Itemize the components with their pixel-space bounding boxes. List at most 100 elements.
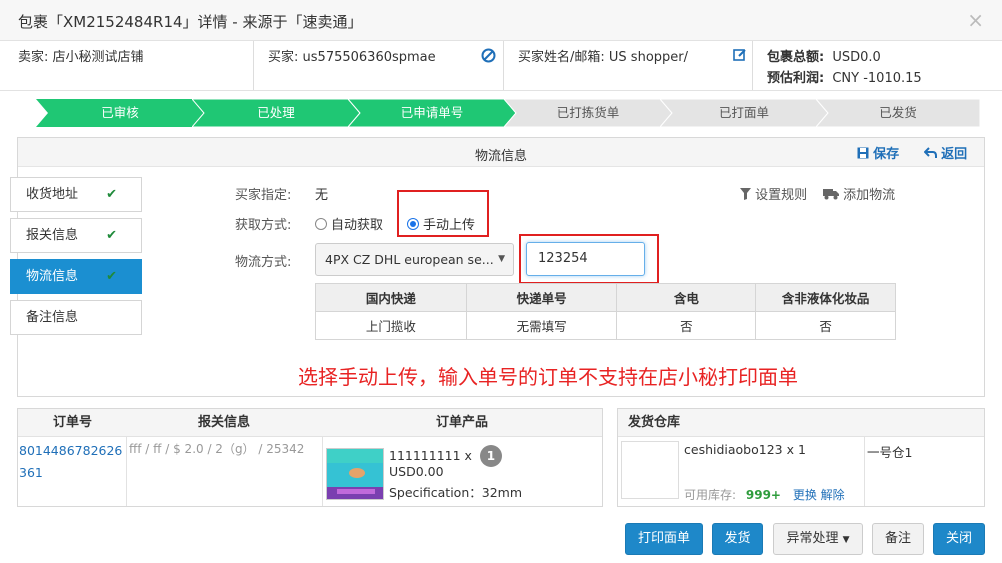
method-auto-label: 自动获取 [331,218,384,233]
truck-icon [823,189,839,200]
divider [322,437,323,506]
logistics-table: 国内快递 快递单号 含电 含非液体化妆品 上门揽收 无需填写 否 否 [315,283,896,340]
back-arrow-icon [923,147,937,158]
caret-down-icon: ▼ [498,254,505,264]
stock-label: 可用库存: [684,488,737,502]
check-icon: ✔ [106,187,117,202]
highlight-box [397,190,489,237]
divider [503,41,504,91]
back-button[interactable]: 返回 [923,143,968,162]
ship-button[interactable]: 发货 [712,523,763,555]
note-button[interactable]: 备注 [872,523,924,555]
table-cell: 上门揽收 [315,311,467,340]
buyer-name-info: 买家姓名/邮箱: US shopper/ [518,46,688,96]
buyer-name-value: US shopper/ [608,50,688,65]
close-button[interactable]: 关闭 [933,523,985,555]
table-header-row: 国内快递 快递单号 含电 含非液体化妆品 [315,283,896,312]
tab-customs-info[interactable]: 报关信息 ✔ [10,218,142,253]
step-tracking-applied: 已申请单号 [348,99,516,127]
progress-steps: 已审核 已处理 已申请单号 已打拣货单 已打面单 已发货 [36,99,980,127]
column-header: 快递单号 [465,283,618,312]
step-reviewed: 已审核 [36,99,204,127]
step-processed: 已处理 [192,99,360,127]
divider [253,41,254,91]
add-logistics-label: 添加物流 [843,188,896,203]
tab-label: 收货地址 [26,187,79,202]
logistics-select[interactable]: 4PX CZ DHL european se... ▼ [315,243,514,276]
warning-annotation: 选择手动上传，输入单号的订单不支持在店小秘打印面单 [298,365,798,389]
table-row: 上门揽收 无需填写 否 否 [315,311,896,340]
edit-icon[interactable] [733,48,747,66]
exception-dropdown-button[interactable]: 异常处理 ▼ [773,523,863,555]
tab-shipping-address[interactable]: 收货地址 ✔ [10,177,142,212]
tab-remarks-info[interactable]: 备注信息 [10,300,142,335]
column-header: 订单产品 [436,415,489,430]
caret-down-icon: ▼ [842,535,850,545]
check-icon: ✔ [106,269,117,284]
method-label: 获取方式: [235,218,292,233]
swap-link[interactable]: 更换 [793,488,817,502]
step-label: 已审核 [101,105,139,120]
product-spec: Specification：32mm [389,485,523,500]
warehouse-item: ceshidiaobo123 x 1 [684,442,806,457]
tab-label: 报关信息 [26,228,79,243]
filter-icon [740,188,751,200]
order-number-link[interactable]: 8014486782626361 [19,440,123,484]
add-logistics-link[interactable]: 添加物流 [823,184,895,203]
column-header: 订单号 [53,415,93,430]
total-label: 包裹总额: [767,50,825,65]
divider [126,437,127,506]
step-label: 已处理 [257,105,295,120]
print-label-button[interactable]: 打印面单 [625,523,703,555]
product-price: USD0.00 [389,464,444,479]
step-label-printed: 已打面单 [660,99,828,127]
column-header: 含非液体化妆品 [755,283,896,312]
table-cell: 无需填写 [465,311,618,340]
step-label: 已发货 [879,105,917,120]
buyer-assign-label: 买家指定: [235,188,292,203]
total-value: USD0.0 [832,50,881,65]
warehouse-name: 一号仓1 [867,445,913,460]
seller-info: 卖家: 店小秘测试店铺 [18,46,144,96]
radio-auto[interactable] [315,218,327,230]
dialog-title: 包裹「XM2152484R14」详情 - 来源于「速卖通」 [18,13,363,31]
table-cell: 否 [755,311,896,340]
product-thumbnail[interactable] [326,448,384,500]
check-icon: ✔ [106,228,117,243]
column-header: 国内快递 [315,283,467,312]
set-rules-link[interactable]: 设置规则 [740,184,807,203]
dialog-header: 包裹「XM2152484R14」详情 - 来源于「速卖通」 × [0,0,1002,41]
step-label: 已申请单号 [400,105,464,120]
close-icon[interactable]: × [967,8,984,32]
step-shipped: 已发货 [816,99,980,127]
panel-header: 物流信息 [18,138,984,167]
package-detail-dialog: 包裹「XM2152484R14」详情 - 来源于「速卖通」 × 卖家: 店小秘测… [0,0,1002,563]
save-button[interactable]: 保存 [857,143,899,162]
tab-label: 备注信息 [26,310,79,325]
warehouse-header: 发货仓库 [618,409,984,437]
tab-label: 物流信息 [26,269,79,284]
product-image [327,449,383,499]
set-rules-label: 设置规则 [755,188,808,203]
buyer-name-label: 买家姓名/邮箱: [518,50,605,65]
step-picklist-printed: 已打拣货单 [504,99,672,127]
table-cell: 否 [616,311,757,340]
profit-value: CNY -1010.15 [832,71,922,86]
product-sku-label: 111111111 x [389,448,472,463]
method-auto-option[interactable]: 自动获取 [315,214,383,233]
warehouse-item-image [621,441,679,499]
panel-title: 物流信息 [474,149,527,164]
customs-info: fff / ff / $ 2.0 / 2（g） / 25342 [129,442,305,456]
back-label: 返回 [941,147,968,162]
stock-value: 999+ [745,488,781,502]
save-label: 保存 [873,147,900,162]
quantity-badge: 1 [479,445,502,467]
step-label: 已打面单 [718,105,769,120]
seller-value: 店小秘测试店铺 [52,50,144,65]
unbind-link[interactable]: 解除 [821,488,845,502]
profit-label: 预估利润: [767,71,825,86]
column-header: 含电 [616,283,757,312]
block-icon[interactable] [481,48,496,67]
buyer-value: us575506360spmae [302,50,436,65]
tab-logistics-info[interactable]: 物流信息 ✔ [10,259,142,294]
